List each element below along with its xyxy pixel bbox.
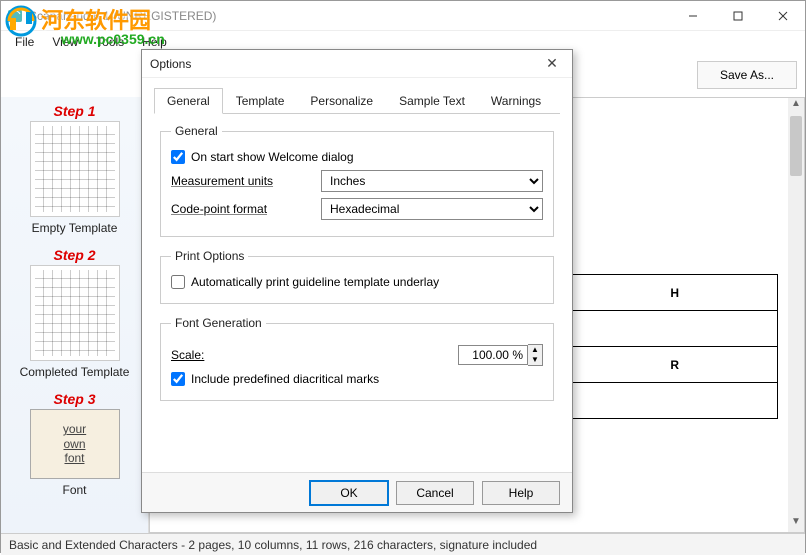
scroll-up-icon[interactable]: ▲ — [788, 98, 804, 114]
cancel-button[interactable]: Cancel — [396, 481, 474, 505]
ok-button[interactable]: OK — [310, 481, 388, 505]
units-select[interactable]: Inches — [321, 170, 543, 192]
titlebar: Scanahand 6.1 (UNREGISTERED) — [1, 1, 805, 31]
scale-spinner[interactable]: ▲ ▼ — [458, 344, 543, 366]
general-group: General On start show Welcome dialog Mea… — [160, 124, 554, 237]
step-label: Font — [5, 483, 144, 497]
sidebar-step-1[interactable]: Step 1 Empty Template — [5, 103, 144, 235]
completed-template-thumb — [30, 265, 120, 361]
sidebar: Step 1 Empty Template Step 2 Completed T… — [1, 97, 149, 533]
maximize-button[interactable] — [715, 1, 760, 31]
general-legend: General — [171, 124, 222, 138]
cell: R — [572, 347, 778, 383]
options-dialog: Options ✕ General Template Personalize S… — [141, 49, 573, 513]
step-header: Step 1 — [5, 103, 144, 119]
scale-label: Scale: — [171, 348, 311, 362]
step-label: Completed Template — [5, 365, 144, 379]
fontgen-legend: Font Generation — [171, 316, 266, 330]
diacritical-checkbox[interactable] — [171, 372, 185, 386]
app-icon — [7, 8, 23, 24]
step-header: Step 3 — [5, 391, 144, 407]
menu-view[interactable]: View — [44, 33, 86, 51]
menu-tools[interactable]: Tools — [88, 33, 132, 51]
tab-template[interactable]: Template — [223, 88, 298, 113]
spin-down-icon[interactable]: ▼ — [528, 355, 542, 365]
codepoint-select[interactable]: Hexadecimal — [321, 198, 543, 220]
dialog-titlebar[interactable]: Options ✕ — [142, 50, 572, 78]
scale-input[interactable] — [458, 345, 528, 365]
tab-personalize[interactable]: Personalize — [297, 88, 386, 113]
sidebar-step-2[interactable]: Step 2 Completed Template — [5, 247, 144, 379]
tab-sample-text[interactable]: Sample Text — [386, 88, 478, 113]
sidebar-step-3[interactable]: Step 3 your own font Font — [5, 391, 144, 497]
close-button[interactable] — [760, 1, 805, 31]
step-label: Empty Template — [5, 221, 144, 235]
step-header: Step 2 — [5, 247, 144, 263]
tab-general[interactable]: General — [154, 88, 223, 114]
font-generation-group: Font Generation Scale: ▲ ▼ Include prede… — [160, 316, 554, 401]
window-title: Scanahand 6.1 (UNREGISTERED) — [29, 9, 670, 23]
diacritical-label: Include predefined diacritical marks — [191, 372, 379, 386]
autoprint-checkbox-row[interactable]: Automatically print guideline template u… — [171, 275, 543, 289]
scrollbar-thumb[interactable] — [790, 116, 802, 176]
help-button[interactable]: Help — [482, 481, 560, 505]
minimize-button[interactable] — [670, 1, 715, 31]
onstart-checkbox[interactable] — [171, 150, 185, 164]
tab-warnings[interactable]: Warnings — [478, 88, 554, 113]
menu-file[interactable]: File — [7, 33, 42, 51]
print-legend: Print Options — [171, 249, 248, 263]
diacritical-checkbox-row[interactable]: Include predefined diacritical marks — [171, 372, 543, 386]
save-as-button[interactable]: Save As... — [697, 61, 797, 89]
cell: H — [572, 275, 778, 311]
onstart-label: On start show Welcome dialog — [191, 150, 354, 164]
statusbar: Basic and Extended Characters - 2 pages,… — [1, 533, 805, 555]
autoprint-label: Automatically print guideline template u… — [191, 275, 439, 289]
dialog-close-icon[interactable]: ✕ — [540, 55, 564, 72]
font-thumb: your own font — [30, 409, 120, 479]
scroll-down-icon[interactable]: ▼ — [788, 516, 804, 532]
spin-up-icon[interactable]: ▲ — [528, 345, 542, 355]
dialog-footer: OK Cancel Help — [142, 472, 572, 512]
print-options-group: Print Options Automatically print guidel… — [160, 249, 554, 304]
codepoint-label: Code-point format — [171, 202, 311, 216]
autoprint-checkbox[interactable] — [171, 275, 185, 289]
status-text: Basic and Extended Characters - 2 pages,… — [9, 538, 537, 552]
vertical-scrollbar[interactable]: ▲ ▼ — [788, 98, 804, 532]
onstart-checkbox-row[interactable]: On start show Welcome dialog — [171, 150, 543, 164]
units-label: Measurement units — [171, 174, 311, 188]
dialog-tabs: General Template Personalize Sample Text… — [154, 88, 560, 114]
dialog-title: Options — [150, 57, 540, 71]
empty-template-thumb — [30, 121, 120, 217]
